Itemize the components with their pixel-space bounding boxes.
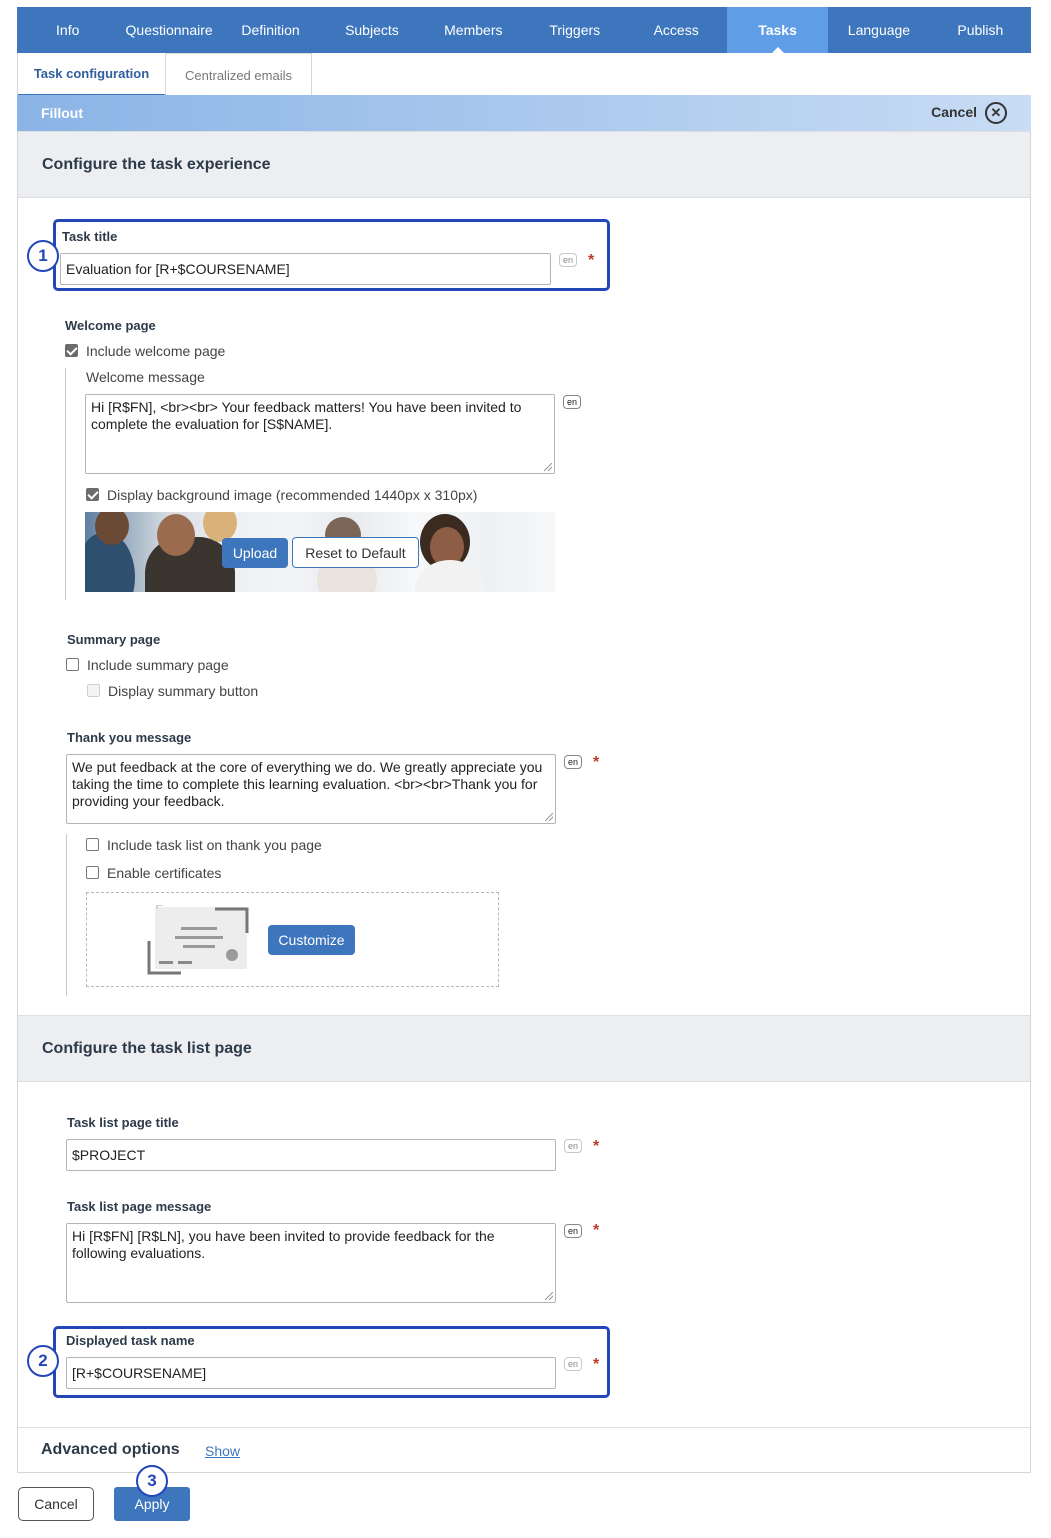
advanced-options-show-link[interactable]: Show xyxy=(205,1443,240,1459)
include-summary-page-text: Include summary page xyxy=(87,657,229,673)
task-title-input[interactable]: Evaluation for [R+$COURSENAME] xyxy=(60,253,551,285)
resize-grip-icon[interactable] xyxy=(545,813,553,821)
displayed-task-name-label: Displayed task name xyxy=(66,1333,195,1348)
fillout-header: Fillout Cancel ✕ xyxy=(17,95,1031,131)
tab-triggers[interactable]: Triggers xyxy=(524,7,625,53)
required-mark: * xyxy=(593,1356,600,1373)
customize-button[interactable]: Customize xyxy=(268,925,355,955)
tab-questionnaire[interactable]: Questionnaire xyxy=(118,7,219,53)
resize-grip-icon[interactable] xyxy=(544,463,552,471)
tab-access[interactable]: Access xyxy=(625,7,726,53)
welcome-message-text: Hi [R$FN], <br><br> Your feedback matter… xyxy=(91,399,522,432)
photo-person-shape xyxy=(157,514,195,556)
advanced-options-label: Advanced options xyxy=(41,1441,180,1458)
tab-language[interactable]: Language xyxy=(828,7,929,53)
upload-button[interactable]: Upload xyxy=(222,538,288,568)
language-tag[interactable]: en xyxy=(563,395,581,409)
task-list-message-textarea[interactable]: Hi [R$FN] [R$LN], you have been invited … xyxy=(66,1223,556,1303)
display-summary-button-text: Display summary button xyxy=(108,683,259,699)
subtab-centralized-emails[interactable]: Centralized emails xyxy=(165,53,312,97)
certificate-icon xyxy=(147,905,249,975)
thank-you-text: We put feedback at the core of everythin… xyxy=(72,759,543,809)
photo-person-shape xyxy=(415,560,485,592)
divider xyxy=(18,1427,1030,1428)
top-navigation: Info Questionnaire Definition Subjects M… xyxy=(17,7,1031,53)
fillout-title: Fillout xyxy=(41,105,83,121)
fillout-cancel-link[interactable]: Cancel xyxy=(931,104,977,120)
summary-page-label: Summary page xyxy=(67,632,161,647)
displayed-task-name-input[interactable]: [R+$COURSENAME] xyxy=(66,1357,556,1389)
include-task-list-text: Include task list on thank you page xyxy=(107,837,322,853)
indent-guide xyxy=(66,834,67,996)
cancel-button[interactable]: Cancel xyxy=(18,1487,94,1521)
display-bg-image-text: Display background image (recommended 14… xyxy=(107,487,478,503)
subtab-task-configuration[interactable]: Task configuration xyxy=(17,53,165,97)
experience-section-header: Configure the task experience xyxy=(18,131,1030,198)
language-tag[interactable]: en xyxy=(564,755,582,769)
include-welcome-page-checkbox[interactable] xyxy=(65,344,78,357)
language-tag[interactable]: en xyxy=(564,1139,582,1153)
language-tag[interactable]: en xyxy=(559,253,577,267)
tab-publish[interactable]: Publish xyxy=(930,7,1031,53)
welcome-message-label: Welcome message xyxy=(86,369,205,385)
task-list-message-label: Task list page message xyxy=(67,1199,212,1214)
enable-certificates-text: Enable certificates xyxy=(107,865,222,881)
display-summary-button-checkbox[interactable] xyxy=(87,684,100,697)
welcome-message-textarea[interactable]: Hi [R$FN], <br><br> Your feedback matter… xyxy=(85,394,555,474)
required-mark: * xyxy=(593,1138,600,1155)
task-list-title-input[interactable]: $PROJECT xyxy=(66,1139,556,1171)
include-summary-page-checkbox[interactable] xyxy=(66,658,79,671)
indent-guide xyxy=(65,368,66,600)
welcome-page-label: Welcome page xyxy=(65,318,156,333)
task-list-title-label: Task list page title xyxy=(67,1115,179,1130)
experience-heading: Configure the task experience xyxy=(42,156,271,173)
language-tag[interactable]: en xyxy=(564,1224,582,1238)
photo-person-shape xyxy=(95,512,129,545)
tab-subjects[interactable]: Subjects xyxy=(321,7,422,53)
reset-to-default-button[interactable]: Reset to Default xyxy=(292,537,419,568)
include-welcome-page-text: Include welcome page xyxy=(86,343,226,359)
tab-tasks[interactable]: Tasks xyxy=(726,7,829,53)
include-task-list-checkbox[interactable] xyxy=(86,838,99,851)
annotation-marker-1: 1 xyxy=(27,240,59,272)
sub-tabs: Task configuration Centralized emails xyxy=(17,53,1031,97)
close-icon[interactable]: ✕ xyxy=(985,102,1007,124)
tab-info[interactable]: Info xyxy=(17,7,118,53)
language-tag[interactable]: en xyxy=(564,1357,582,1371)
task-list-message-text: Hi [R$FN] [R$LN], you have been invited … xyxy=(72,1228,495,1261)
tab-definition[interactable]: Definition xyxy=(220,7,321,53)
required-mark: * xyxy=(593,1222,600,1239)
required-mark: * xyxy=(593,754,600,771)
tab-members[interactable]: Members xyxy=(423,7,524,53)
annotation-marker-3: 3 xyxy=(136,1465,168,1497)
thank-you-textarea[interactable]: We put feedback at the core of everythin… xyxy=(66,754,556,824)
thank-you-label: Thank you message xyxy=(67,730,192,745)
resize-grip-icon[interactable] xyxy=(545,1292,553,1300)
task-list-heading: Configure the task list page xyxy=(42,1040,252,1057)
task-title-label: Task title xyxy=(62,229,118,244)
task-list-section-header: Configure the task list page xyxy=(18,1015,1030,1082)
enable-certificates-checkbox[interactable] xyxy=(86,866,99,879)
annotation-marker-2: 2 xyxy=(27,1345,59,1377)
required-mark: * xyxy=(588,252,595,269)
display-bg-image-checkbox[interactable] xyxy=(86,488,99,501)
